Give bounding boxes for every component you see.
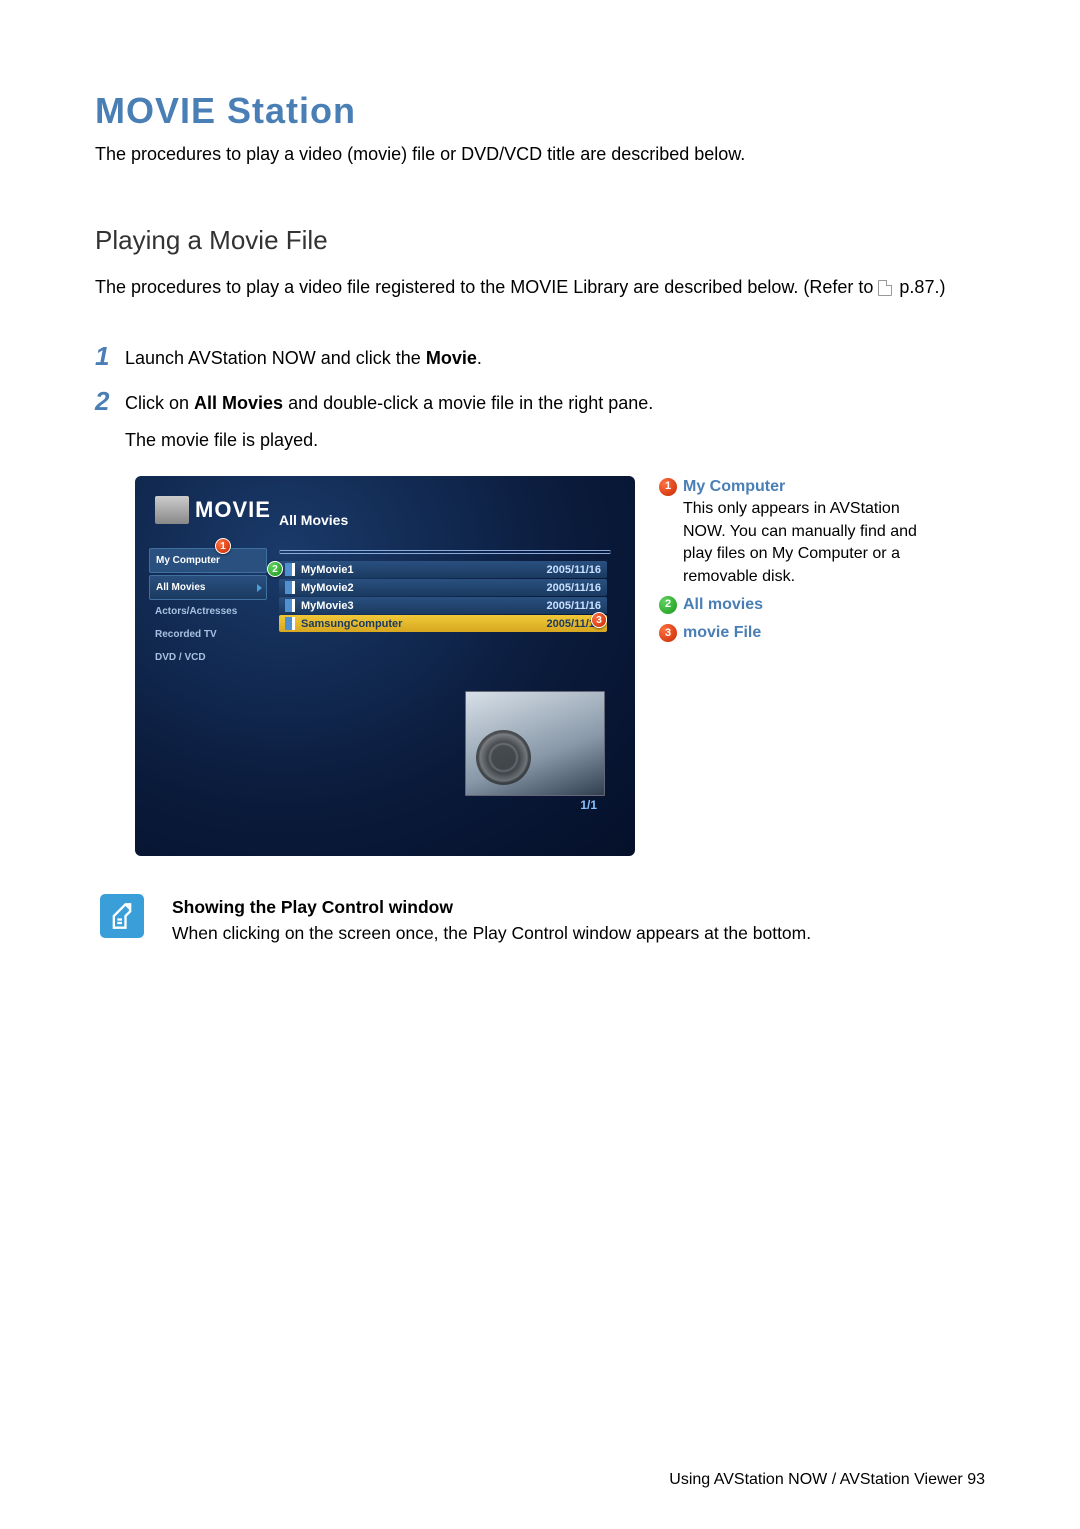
film-icon [285,581,295,594]
movie-date: 2005/11/16 [547,600,601,612]
sidebar: My Computer All Movies Actors/Actresses … [149,548,267,669]
note-text: When clicking on the screen once, the Pl… [172,920,811,946]
note-body: Showing the Play Control window When cli… [172,894,811,947]
text: . [477,348,482,368]
callout-badge-2: 2 [267,561,283,577]
app-logo: MOVIE [155,496,271,524]
note-title: Showing the Play Control window [172,894,811,920]
app-logo-text: MOVIE [195,497,271,523]
text-bold: Movie [426,348,477,368]
step-number: 1 [95,341,125,372]
page-title: MOVIE Station [95,90,985,132]
film-icon [285,563,295,576]
pane-title: All Movies [279,512,348,528]
text: The movie file is played. [125,430,318,450]
callout-badge-1-icon: 1 [659,478,677,496]
intro-text: The procedures to play a video (movie) f… [95,144,985,165]
sidebar-item-label: All Movies [156,582,205,593]
list-item[interactable]: MyMovie2 2005/11/16 [279,579,607,596]
movie-date: 2005/11/16 [547,582,601,594]
film-icon [285,617,295,630]
chevron-right-icon [257,584,262,592]
figure-row: MOVIE All Movies My Computer All Movies … [135,476,985,856]
list-item[interactable]: MyMovie1 2005/11/16 [279,561,607,578]
section-intro-text: The procedures to play a video file regi… [95,277,878,297]
movie-date: 2005/11/16 [547,564,601,576]
movie-name: MyMovie2 [301,582,547,594]
text-bold: All Movies [194,393,283,413]
legend-desc: This only appears in AVStation NOW. You … [683,498,945,588]
legend-item-1: 1 My Computer This only appears in AVSta… [659,476,945,588]
legend: 1 My Computer This only appears in AVSta… [659,476,945,651]
movie-name: MyMovie1 [301,564,547,576]
movie-name: MyMovie3 [301,600,547,612]
divider [279,550,611,554]
text: Click on [125,393,194,413]
text: Launch AVStation NOW and click the [125,348,426,368]
film-reel-icon [155,496,189,524]
legend-item-2: 2 All movies [659,594,945,616]
movie-name: SamsungComputer [301,618,547,630]
step-body: Click on All Movies and double-click a m… [125,386,653,454]
page-reference-text: p.87.) [899,277,945,297]
list-item-selected[interactable]: SamsungComputer 2005/11/16 [279,615,607,632]
sidebar-item-actors[interactable]: Actors/Actresses [149,600,267,623]
legend-item-3: 3 movie File [659,622,945,644]
callout-badge-3: 3 [591,612,607,628]
list-item[interactable]: MyMovie3 2005/11/16 [279,597,607,614]
callout-badge-1: 1 [215,538,231,554]
section-heading: Playing a Movie File [95,225,985,256]
step-2: 2 Click on All Movies and double-click a… [95,386,985,454]
text: and double-click a movie file in the rig… [283,393,653,413]
film-icon [285,599,295,612]
section-intro: The procedures to play a video file regi… [95,274,985,301]
sidebar-item-dvd-vcd[interactable]: DVD / VCD [149,646,267,669]
legend-title: movie File [683,624,761,641]
legend-title: All movies [683,596,763,613]
step-number: 2 [95,386,125,417]
page-indicator: 1/1 [580,798,597,812]
step-1: 1 Launch AVStation NOW and click the Mov… [95,341,985,372]
callout-badge-2-icon: 2 [659,596,677,614]
film-reel-icon [476,730,531,785]
sidebar-item-all-movies[interactable]: All Movies [149,575,267,600]
page-footer: Using AVStation NOW / AVStation Viewer 9… [669,1471,985,1489]
movie-list: MyMovie1 2005/11/16 MyMovie2 2005/11/16 … [279,560,607,633]
sidebar-item-my-computer[interactable]: My Computer [149,548,267,573]
page-reference-icon [878,280,892,296]
preview-thumbnail [465,691,605,796]
sidebar-item-recorded-tv[interactable]: Recorded TV [149,623,267,646]
callout-badge-3-icon: 3 [659,624,677,642]
note: Showing the Play Control window When cli… [100,894,985,947]
app-screenshot: MOVIE All Movies My Computer All Movies … [135,476,635,856]
step-body: Launch AVStation NOW and click the Movie… [125,341,482,372]
note-icon [100,894,144,938]
legend-title: My Computer [683,478,785,495]
